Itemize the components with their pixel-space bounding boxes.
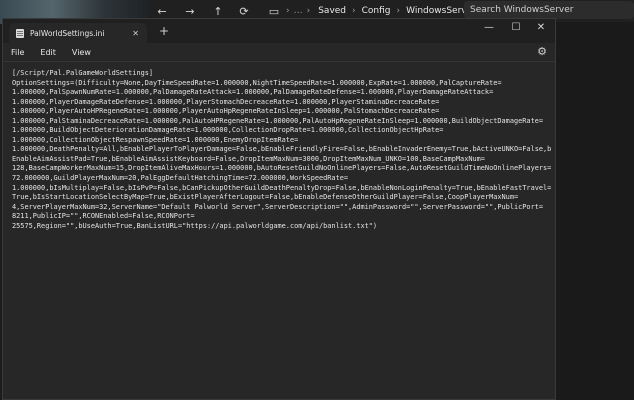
- forward-arrow-icon[interactable]: →: [180, 5, 200, 18]
- menu-file[interactable]: File: [3, 48, 32, 57]
- text-line: OptionSettings=(Difficulty=None,DayTimeS…: [12, 78, 502, 87]
- text-line: 8211,PublicIP="",RCONEnabled=False,RCONP…: [12, 212, 195, 221]
- gear-icon[interactable]: ⚙: [537, 45, 547, 58]
- chevron-right-icon: ›: [286, 6, 290, 16]
- new-tab-button[interactable]: +: [159, 24, 169, 38]
- text-line: 4,ServerPlayerMaxNum=32,ServerName="Defa…: [12, 202, 544, 211]
- more-icon[interactable]: …: [294, 6, 303, 16]
- tab-title: PalWorldSettings.ini: [30, 28, 105, 38]
- menu-edit[interactable]: Edit: [32, 48, 64, 57]
- text-line: [/Script/Pal.PalGameWorldSettings]: [12, 69, 154, 77]
- text-line: True,bIsStartLocationSelectByMap=True,bE…: [12, 193, 519, 202]
- text-line: 25575,Region="",bUseAuth=True,BanListURL…: [12, 221, 378, 230]
- maximize-button[interactable]: ☐: [506, 22, 526, 33]
- text-line: 1.000000,bIsMultiplay=False,bIsPvP=False…: [12, 183, 552, 192]
- text-line: 1.000000,PlayerAutoHPRegeneRate=1.000000…: [12, 107, 440, 116]
- text-line: EnableAimAssistPad=True,bEnableAimAssist…: [12, 154, 485, 163]
- notepad-window: PalWorldSettings.ini ✕ + — ☐ ✕ File Edit…: [2, 18, 556, 400]
- text-line: 1.000000,PalStaminaDecreaceRate=1.000000…: [12, 116, 544, 125]
- close-tab-icon[interactable]: ✕: [132, 29, 139, 38]
- up-arrow-icon[interactable]: ↑: [208, 5, 228, 18]
- text-line: 1.000000,DeathPenalty=All,bEnablePlayerT…: [12, 145, 552, 154]
- breadcrumb: Saved › Config › WindowsServer: [318, 6, 476, 16]
- breadcrumb-saved[interactable]: Saved: [318, 6, 346, 16]
- chevron-right-icon: ›: [306, 6, 311, 16]
- text-line: 128,BaseCampWorkerMaxNum=15,DropItemAliv…: [12, 164, 552, 173]
- minimize-button[interactable]: —: [479, 22, 499, 33]
- text-line: 1.000000,PlayerDamageRateDefense=1.00000…: [12, 97, 440, 106]
- back-arrow-icon[interactable]: ←: [152, 5, 172, 18]
- tab-palworldsettings[interactable]: PalWorldSettings.ini ✕: [9, 23, 147, 43]
- text-line: 1.000000,PalSpawnNumRate=1.000000,PalDam…: [12, 88, 494, 97]
- chevron-right-icon: ›: [396, 6, 401, 16]
- background-area: [556, 22, 634, 400]
- search-input[interactable]: Search WindowsServer: [464, 1, 634, 19]
- breadcrumb-config[interactable]: Config: [362, 6, 391, 16]
- chevron-right-icon: ›: [352, 6, 356, 16]
- text-line: 1.000000,BuildObjectDeteriorationDamageR…: [12, 126, 444, 135]
- title-bar: PalWorldSettings.ini ✕ + — ☐ ✕: [3, 19, 555, 43]
- menu-view[interactable]: View: [64, 48, 99, 57]
- view-icon[interactable]: ▭: [264, 5, 284, 18]
- menu-bar: File Edit View: [3, 43, 555, 61]
- text-line: 1.000000,CollectionObjectRespawnSpeedRat…: [12, 135, 299, 144]
- file-content[interactable]: [/Script/Pal.PalGameWorldSettings] Option…: [12, 69, 552, 231]
- refresh-icon[interactable]: ⟳: [234, 5, 254, 18]
- notepad-file-icon: [16, 28, 24, 38]
- text-editor[interactable]: [/Script/Pal.PalGameWorldSettings] Option…: [3, 61, 555, 399]
- close-button[interactable]: ✕: [531, 22, 551, 33]
- text-line: 72.000000,GuildPlayerMaxNum=20,PalEggDef…: [12, 174, 349, 183]
